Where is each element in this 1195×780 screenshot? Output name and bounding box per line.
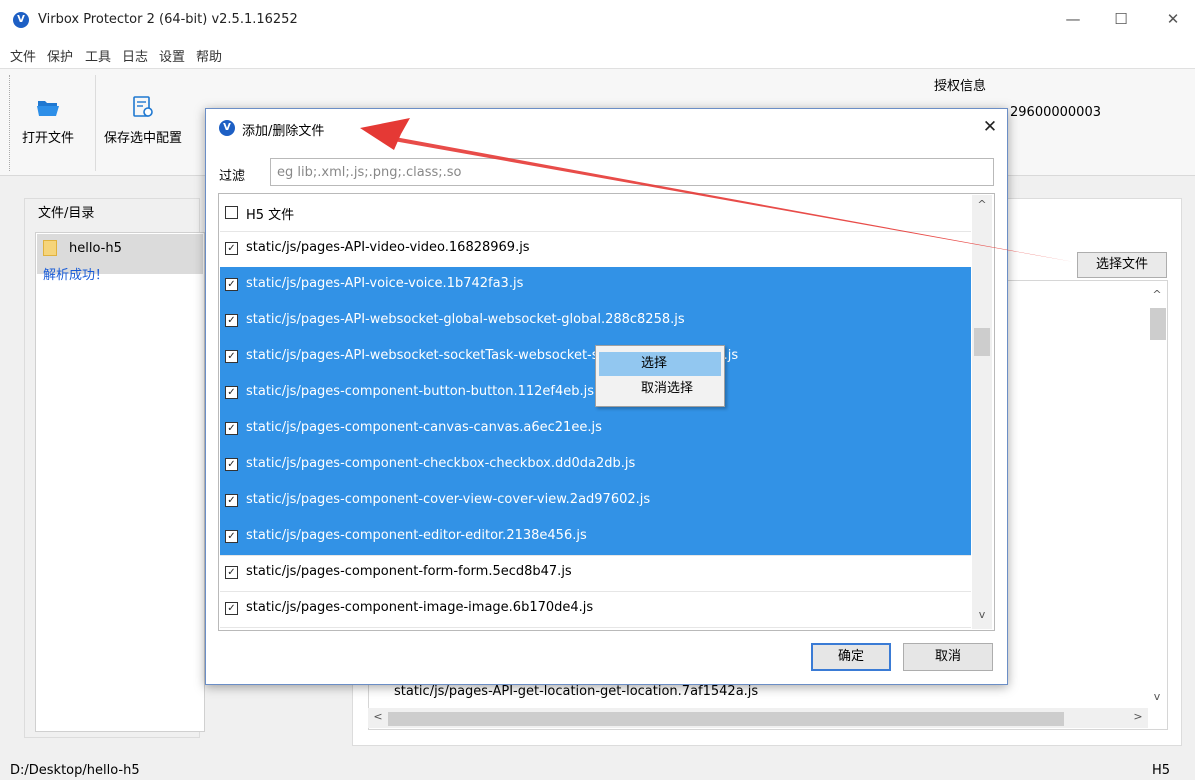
open-file-button[interactable]: 打开文件 bbox=[8, 89, 88, 159]
file-row[interactable]: ✓ static/js/pages-component-form-form.5ec… bbox=[220, 555, 971, 591]
file-row-label: static/js/pages-component-checkbox-check… bbox=[246, 456, 636, 471]
checkbox[interactable]: ✓ bbox=[225, 386, 238, 399]
status-type: H5 bbox=[1152, 763, 1171, 778]
menu-file[interactable]: 文件 bbox=[10, 46, 36, 65]
ok-button[interactable]: 确定 bbox=[811, 643, 891, 671]
minimize-button[interactable]: — bbox=[1056, 6, 1090, 32]
menu-tools[interactable]: 工具 bbox=[85, 46, 111, 65]
menu-bar: 文件 保护 工具 日志 设置 帮助 bbox=[0, 40, 1195, 68]
file-row-label: static/js/pages-component-editor-editor.… bbox=[246, 528, 587, 543]
auth-info-value: 29600000003 bbox=[1010, 105, 1101, 120]
checkbox[interactable]: ✓ bbox=[225, 494, 238, 507]
scroll-down-icon[interactable]: v bbox=[1148, 690, 1166, 708]
dialog-title: 添加/删除文件 bbox=[242, 124, 325, 139]
scroll-right-icon[interactable]: > bbox=[1130, 710, 1146, 726]
filter-label: 过滤 bbox=[219, 169, 246, 184]
checkbox[interactable]: ✓ bbox=[225, 242, 238, 255]
checkbox[interactable]: ✓ bbox=[225, 422, 238, 435]
file-row[interactable] bbox=[220, 627, 971, 630]
dialog-scroll-up-icon[interactable]: ^ bbox=[974, 198, 990, 214]
file-row-label: static/js/pages-API-video-video.16828969… bbox=[246, 240, 530, 255]
save-config-label: 保存选中配置 bbox=[103, 131, 182, 146]
save-config-icon bbox=[133, 96, 153, 117]
dialog-scroll-down-icon[interactable]: v bbox=[974, 608, 990, 624]
file-row-label: static/js/pages-component-image-image.6b… bbox=[246, 600, 594, 615]
menu-protect[interactable]: 保护 bbox=[47, 46, 73, 65]
app-logo-icon: V bbox=[13, 12, 29, 28]
context-menu-deselect[interactable]: 取消选择 bbox=[599, 377, 721, 401]
file-item-name: hello-h5 bbox=[69, 241, 122, 256]
file-row[interactable]: ✓ static/js/pages-component-canvas-canvas… bbox=[220, 411, 971, 447]
cancel-button[interactable]: 取消 bbox=[903, 643, 993, 671]
folder-open-icon bbox=[37, 101, 59, 116]
dialog-vertical-scrollbar[interactable] bbox=[972, 195, 992, 629]
auth-info-title: 授权信息 bbox=[934, 79, 987, 94]
scroll-left-icon[interactable]: < bbox=[370, 710, 386, 726]
file-row[interactable]: ✓ static/js/pages-API-video-video.1682896… bbox=[220, 231, 971, 267]
horizontal-scrollbar-thumb[interactable] bbox=[388, 712, 1064, 726]
dialog-close-button[interactable]: ✕ bbox=[976, 114, 1004, 140]
checkbox[interactable]: ✓ bbox=[225, 314, 238, 327]
file-row[interactable]: ✓ static/js/pages-component-cover-view-co… bbox=[220, 483, 971, 519]
file-directory-list: hello-h5 解析成功！ bbox=[35, 232, 205, 732]
h5-files-group-row[interactable]: H5 文件 bbox=[220, 195, 971, 231]
status-path: D:/Desktop/hello-h5 bbox=[10, 763, 140, 778]
context-menu: 选择 取消选择 bbox=[595, 345, 725, 407]
vertical-scrollbar[interactable] bbox=[1148, 288, 1166, 708]
checkbox[interactable]: ✓ bbox=[225, 602, 238, 615]
file-row-label: static/js/pages-component-button-button.… bbox=[246, 384, 595, 399]
choose-file-button[interactable]: 选择文件 bbox=[1077, 252, 1167, 278]
close-window-button[interactable]: ✕ bbox=[1156, 6, 1190, 32]
file-row[interactable]: ✓ static/js/pages-component-editor-editor… bbox=[220, 519, 971, 555]
checkbox[interactable]: ✓ bbox=[225, 458, 238, 471]
scrollbar-thumb[interactable] bbox=[1150, 308, 1166, 340]
open-file-label: 打开文件 bbox=[21, 131, 74, 146]
file-row-label: static/js/pages-component-form-form.5ecd… bbox=[246, 564, 572, 579]
maximize-button[interactable]: ☐ bbox=[1104, 6, 1138, 32]
file-row[interactable]: ✓ static/js/pages-component-image-image.6… bbox=[220, 591, 971, 627]
file-checklist: ✓ static/js/pages-component-image-image.6… bbox=[218, 193, 995, 631]
file-row[interactable]: ✓ static/js/pages-component-checkbox-chec… bbox=[220, 447, 971, 483]
file-item-status: 解析成功！ bbox=[43, 268, 109, 283]
checkbox[interactable]: ✓ bbox=[225, 278, 238, 291]
checkbox[interactable]: ✓ bbox=[225, 566, 238, 579]
file-row-label: H5 文件 bbox=[246, 208, 295, 223]
checkbox[interactable] bbox=[225, 206, 238, 219]
window-title: Virbox Protector 2 (64-bit) v2.5.1.16252 bbox=[38, 12, 298, 27]
folder-icon bbox=[43, 240, 57, 256]
checkbox[interactable]: ✓ bbox=[225, 530, 238, 543]
list-item[interactable]: static/js/pages-API-get-location-get-loc… bbox=[394, 684, 758, 699]
menu-log[interactable]: 日志 bbox=[122, 46, 148, 65]
save-config-button[interactable]: 保存选中配置 bbox=[103, 89, 183, 159]
menu-help[interactable]: 帮助 bbox=[196, 46, 222, 65]
toolbar-separator bbox=[95, 75, 96, 171]
scroll-up-icon[interactable]: ^ bbox=[1148, 288, 1166, 306]
dialog-scrollbar-thumb[interactable] bbox=[974, 328, 990, 356]
menu-settings[interactable]: 设置 bbox=[159, 46, 185, 65]
file-row-label: static/js/pages-component-cover-view-cov… bbox=[246, 492, 651, 507]
dialog-logo-icon: V bbox=[219, 120, 235, 136]
filter-input[interactable] bbox=[270, 158, 994, 186]
checkbox[interactable]: ✓ bbox=[225, 350, 238, 363]
title-bar: V Virbox Protector 2 (64-bit) v2.5.1.162… bbox=[0, 0, 1195, 40]
file-row[interactable]: ✓ static/js/pages-API-voice-voice.1b742fa… bbox=[220, 267, 971, 303]
file-row-label: static/js/pages-API-websocket-global-web… bbox=[246, 312, 685, 327]
file-row[interactable]: ✓ static/js/pages-API-websocket-global-we… bbox=[220, 303, 971, 339]
file-row-label: static/js/pages-API-voice-voice.1b742fa3… bbox=[246, 276, 524, 291]
file-item-hello-h5[interactable]: hello-h5 解析成功！ bbox=[37, 234, 203, 283]
file-row-label: static/js/pages-component-canvas-canvas.… bbox=[246, 420, 602, 435]
context-menu-select[interactable]: 选择 bbox=[599, 352, 721, 376]
file-directory-legend: 文件/目录 bbox=[34, 202, 99, 221]
